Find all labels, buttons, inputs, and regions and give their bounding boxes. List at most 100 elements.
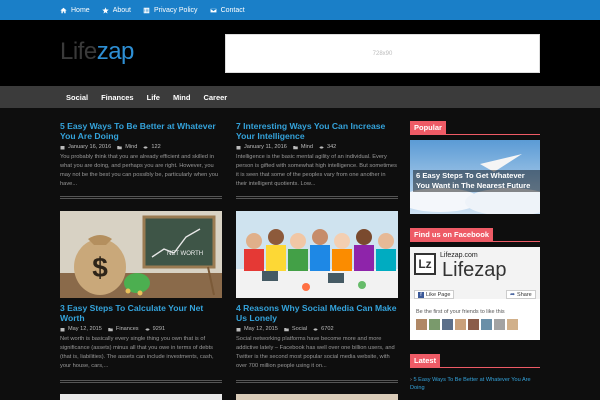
calendar-icon [60, 145, 65, 149]
post-views: 342 [326, 144, 337, 150]
post-date: May 12, 2015 [244, 326, 278, 332]
divider [60, 380, 222, 383]
topnav-contact[interactable]: Contact [209, 6, 245, 14]
post-excerpt: You probably think that you are already … [60, 154, 219, 187]
post-excerpt: Intelligence is the basic mental agility… [236, 154, 397, 187]
latest-post-title: 5 Easy Ways To Be Better at Whatever You… [410, 377, 531, 391]
eye-icon [319, 145, 324, 149]
eye-icon [143, 145, 149, 149]
topnav-about-label: About [112, 6, 131, 14]
logo-part-1: Life [60, 38, 97, 65]
post-thumbnail[interactable] [236, 211, 398, 298]
divider [236, 196, 398, 199]
folder-icon [284, 327, 289, 331]
post-category[interactable]: Social [292, 326, 307, 332]
site-header: Lifezap 728x90 [0, 20, 600, 86]
avatar [507, 319, 518, 330]
nav-social[interactable]: Social [66, 93, 88, 102]
fb-share-button[interactable]: ➦ Share [506, 290, 536, 299]
site-logo[interactable]: Lifezap [60, 37, 134, 67]
latest-post-link[interactable]: › 5 Easy Ways To Be Better at Whatever Y… [410, 376, 540, 392]
calendar-icon [236, 145, 241, 149]
thumb-text-net-worth: NET WORTH [167, 251, 204, 257]
facebook-page-widget[interactable]: Lz Lifezap.com Lifezap f Like Page ➦ Sha… [410, 247, 540, 340]
post-thumbnail[interactable]: $ NET WORTH [60, 211, 222, 298]
divider [60, 196, 222, 199]
widget-title-latest: Latest [410, 354, 441, 367]
home-icon [60, 7, 67, 13]
post-thumbnail[interactable] [236, 394, 398, 400]
post-views: 6702 [321, 326, 334, 332]
fb-like-button[interactable]: f Like Page [414, 290, 455, 299]
star-icon [101, 6, 109, 14]
post-meta: May 12, 2015 Finances 9291 [60, 326, 222, 332]
folder-icon [108, 327, 113, 331]
post-title[interactable]: 4 Reasons Why Social Media Can Make Us L… [236, 303, 398, 323]
post-category[interactable]: Mind [301, 144, 313, 150]
post-date: January 16, 2016 [68, 144, 112, 150]
ad-banner[interactable]: 728x90 [225, 34, 540, 73]
widget-title-facebook: Find us on Facebook [410, 228, 494, 241]
fb-share-label: Share [517, 291, 532, 298]
topnav-privacy-label: Privacy Policy [153, 6, 198, 14]
topnav-home[interactable]: Home [60, 7, 90, 14]
post-excerpt: Social networking platforms have become … [236, 336, 395, 369]
post-category[interactable]: Finances [116, 326, 139, 332]
post-card: 7 Interesting Ways You Can Increase Your… [236, 121, 398, 189]
post-date: January 11, 2016 [244, 144, 287, 150]
logo-part-2: zap [96, 38, 135, 65]
fb-cover-logo-text: Lifezap [442, 259, 507, 281]
topnav-contact-label: Contact [220, 6, 245, 14]
fb-like-label: Like Page [426, 291, 451, 298]
eye-icon [144, 327, 150, 331]
eye-icon [313, 327, 318, 331]
nav-mind[interactable]: Mind [173, 93, 191, 102]
checklist-icon [143, 7, 150, 13]
post-card: 4 Reasons Why Social Media Can Make Us L… [236, 303, 398, 371]
fb-friends-text: Be the first of your friends to like thi… [416, 309, 505, 315]
avatar [481, 319, 492, 330]
avatar [494, 319, 505, 330]
topnav-about[interactable]: About [101, 6, 131, 14]
post-title[interactable]: 7 Interesting Ways You Can Increase Your… [236, 121, 398, 141]
post-views: 122 [151, 144, 161, 150]
post-title[interactable]: 3 Easy Steps To Calculate Your Net Worth [60, 303, 222, 323]
post-meta: January 11, 2016 Mind 342 [236, 144, 398, 150]
share-icon: ➦ [510, 292, 516, 298]
folder-icon [117, 145, 122, 149]
post-views: 9291 [152, 326, 166, 332]
envelope-icon [209, 7, 217, 13]
topnav-privacy[interactable]: Privacy Policy [143, 7, 198, 14]
avatar [429, 319, 440, 330]
popular-post-image[interactable]: 6 Easy Steps To Get Whatever You Want in… [410, 140, 540, 214]
fb-avatar: Lz [414, 253, 436, 275]
post-date: May 12, 2015 [68, 326, 102, 332]
post-excerpt: Net worth is basically every single thin… [60, 336, 214, 369]
popular-post-title[interactable]: 6 Easy Steps To Get Whatever You Want in… [413, 170, 540, 192]
folder-icon [293, 145, 298, 149]
post-card: 5 Easy Ways To Be Better at Whatever You… [60, 121, 222, 189]
main-nav: Social Finances Life Mind Career [0, 86, 600, 108]
avatar [455, 319, 466, 330]
nav-life[interactable]: Life [147, 93, 160, 102]
top-bar: Home About Privacy Policy Contact [0, 0, 600, 20]
post-title[interactable]: 5 Easy Ways To Be Better at Whatever You… [60, 121, 222, 141]
nav-finances[interactable]: Finances [101, 93, 134, 102]
post-thumbnail[interactable] [60, 394, 222, 400]
divider [236, 380, 398, 383]
widget-underline [410, 241, 540, 242]
post-category[interactable]: Mind [125, 144, 137, 150]
ad-banner-text: 728x90 [372, 50, 393, 57]
calendar-icon [60, 327, 65, 331]
fb-page-name[interactable]: Lifezap.com [440, 252, 478, 259]
avatar [468, 319, 479, 330]
calendar-icon [236, 327, 241, 331]
svg-text:$: $ [92, 252, 108, 283]
nav-career[interactable]: Career [203, 93, 227, 102]
fb-friend-avatars [416, 319, 518, 330]
people-group-image [236, 211, 398, 298]
facebook-icon: f [418, 291, 424, 298]
avatar [416, 319, 427, 330]
avatar [442, 319, 453, 330]
topnav-home-label: Home [71, 6, 90, 14]
